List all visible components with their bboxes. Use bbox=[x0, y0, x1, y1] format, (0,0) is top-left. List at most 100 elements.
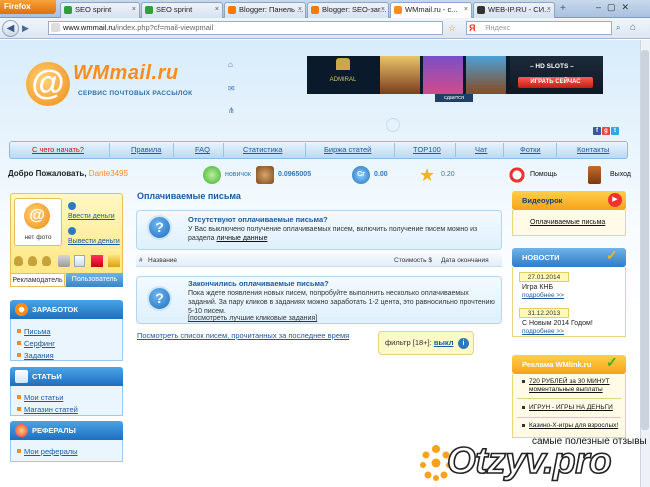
url-bar[interactable]: www.wmmail.ru/index.php?cf=mail-viewpmai… bbox=[48, 21, 443, 35]
user-balance[interactable]: 0.0965005 bbox=[256, 164, 311, 186]
read-letters-link[interactable]: Посмотреть список писем, прочитанных за … bbox=[137, 331, 349, 340]
exit-link[interactable]: Выход bbox=[588, 164, 631, 186]
close-icon[interactable]: × bbox=[464, 3, 468, 17]
info-icon[interactable]: i bbox=[458, 338, 469, 349]
slot-image bbox=[423, 56, 463, 94]
sidebar-item-tasks[interactable]: Задания bbox=[17, 351, 54, 360]
banner-rent-label[interactable]: сдается bbox=[435, 94, 473, 102]
google-plus-icon[interactable]: g bbox=[602, 127, 610, 135]
user-level[interactable]: новичок bbox=[203, 164, 251, 186]
news-more-link[interactable]: подробнее >> bbox=[522, 292, 564, 299]
search-input[interactable]: Яндекс bbox=[466, 21, 612, 35]
news-title-item: Игра КНБ bbox=[522, 284, 554, 291]
withdraw-link[interactable]: Вывести деньги bbox=[68, 238, 122, 245]
filter-toggle[interactable]: выкл bbox=[434, 338, 454, 347]
bookmark-star-icon[interactable]: ☆ bbox=[448, 23, 456, 34]
lifebuoy-icon bbox=[508, 166, 526, 184]
home-icon[interactable]: ⌂ bbox=[630, 22, 644, 34]
close-icon[interactable]: × bbox=[298, 3, 302, 17]
tab-label: WEB-IP.RU - СИ... bbox=[488, 5, 551, 14]
ad-link[interactable]: Казино-Х-игры для взрослых! bbox=[522, 422, 622, 430]
scrollbar-thumb[interactable] bbox=[641, 50, 649, 430]
tool-icon[interactable] bbox=[58, 255, 70, 267]
menu-item-chat[interactable]: Чат bbox=[475, 141, 487, 159]
close-icon[interactable]: × bbox=[215, 3, 219, 17]
menu-separator bbox=[173, 143, 174, 157]
news-title: НОВОСТИ bbox=[522, 253, 560, 262]
sidebar-item-my-articles[interactable]: Мои статьи bbox=[17, 393, 63, 402]
col-number: # bbox=[139, 257, 143, 264]
money-bag-icon[interactable] bbox=[28, 256, 37, 266]
menu-item-articles-exchange[interactable]: Биржа статей bbox=[324, 141, 371, 159]
site-identity-icon[interactable] bbox=[51, 23, 60, 32]
sidebar-item-article-shop[interactable]: Магазин статей bbox=[17, 405, 78, 414]
money-bag-icon[interactable] bbox=[14, 256, 23, 266]
user-rating[interactable]: ★ 0.20 bbox=[419, 164, 455, 186]
back-button[interactable]: ◀ bbox=[2, 20, 19, 37]
document-icon[interactable] bbox=[74, 255, 85, 267]
close-icon[interactable]: × bbox=[547, 3, 551, 17]
menu-item-top100[interactable]: TOP100 bbox=[413, 141, 441, 159]
news-more-link[interactable]: подробнее >> bbox=[522, 328, 564, 335]
twitter-icon[interactable]: t bbox=[611, 127, 619, 135]
earnings-section-header[interactable]: ЗАРАБОТОК bbox=[10, 300, 123, 319]
tab-label: WMmail.ru - с... bbox=[405, 5, 458, 14]
forward-button[interactable]: ▶ bbox=[22, 23, 29, 34]
gift-icon[interactable] bbox=[91, 255, 103, 267]
menu-item-contacts[interactable]: Контакты bbox=[577, 141, 609, 159]
sidebar-item-letters[interactable]: Письма bbox=[17, 327, 51, 336]
money-bag-icon[interactable] bbox=[42, 256, 51, 266]
home-icon[interactable]: ⌂ bbox=[228, 60, 233, 69]
tab-advertiser[interactable]: Рекламодатель bbox=[10, 273, 65, 287]
window-controls[interactable]: –▢✕ bbox=[596, 2, 635, 13]
referrals-section-header[interactable]: РЕФЕРАЛЫ bbox=[10, 421, 123, 440]
username-link[interactable]: Dante3495 bbox=[89, 169, 128, 178]
menu-item-rules[interactable]: Правила bbox=[131, 141, 161, 159]
browser-tab[interactable]: SEO sprint × bbox=[141, 2, 223, 18]
withdraw-icon bbox=[68, 227, 76, 235]
ad-link[interactable]: ИГРУН - ИГРЫ НА ДЕНЬГИ bbox=[522, 404, 622, 412]
menu-item-start[interactable]: С чего начать? bbox=[32, 141, 84, 159]
notice-ended-text: Пока ждете появления новых писем, попроб… bbox=[188, 290, 495, 315]
articles-section-header[interactable]: СТАТЬИ bbox=[10, 367, 123, 386]
user-credits[interactable]: Cr 0.00 bbox=[352, 164, 388, 186]
video-lesson-link[interactable]: Оплачиваемые письма bbox=[530, 219, 605, 226]
play-icon[interactable]: ▶ bbox=[608, 193, 622, 207]
browser-tab[interactable]: WEB-IP.RU - СИ... × bbox=[473, 2, 555, 18]
help-link[interactable]: Помощь bbox=[508, 164, 557, 186]
site-logo[interactable]: WMmail.ru bbox=[73, 62, 179, 85]
sitemap-icon[interactable]: ⋔ bbox=[228, 106, 235, 115]
personal-data-link[interactable]: личные данные bbox=[216, 235, 267, 242]
sidebar-item-surfing[interactable]: Серфинг bbox=[17, 339, 55, 348]
logo-at-icon[interactable]: @ bbox=[26, 62, 70, 106]
firefox-menu-button[interactable]: Firefox bbox=[0, 0, 56, 14]
menu-item-statistics[interactable]: Статистика bbox=[243, 141, 282, 159]
best-tasks-link[interactable]: [посмотреть лучшие кликовые задания] bbox=[188, 314, 317, 323]
level-value: новичок bbox=[225, 171, 251, 178]
ad-link[interactable]: 720 РУБЛЕЙ за 30 МИНУТ моментальные выпл… bbox=[522, 378, 622, 394]
browser-tab[interactable]: SEO sprint × bbox=[60, 2, 140, 18]
new-tab-button[interactable]: + bbox=[560, 3, 566, 14]
close-icon[interactable]: × bbox=[132, 3, 136, 17]
sidebar-item-my-referrals[interactable]: Мои рефералы bbox=[17, 447, 78, 456]
col-cost[interactable]: Стоимость $ bbox=[394, 254, 432, 267]
coins-icon[interactable] bbox=[108, 255, 120, 267]
menu-item-faq[interactable]: FAQ bbox=[195, 141, 210, 159]
deposit-link[interactable]: Ввести деньги bbox=[68, 213, 120, 220]
question-icon: ? bbox=[147, 286, 172, 311]
close-icon[interactable]: × bbox=[381, 3, 385, 17]
browser-tab[interactable]: Blogger: SEO-зar... × bbox=[307, 2, 389, 18]
browser-tab-active[interactable]: WMmail.ru - с... × bbox=[390, 2, 472, 18]
notice-ended-title: Закончились оплачиваемые письма? bbox=[188, 279, 329, 288]
facebook-icon[interactable]: f bbox=[593, 127, 601, 135]
articles-icon bbox=[15, 370, 28, 383]
col-end-date[interactable]: Дата окончания bbox=[441, 254, 489, 267]
menu-item-photos[interactable]: Фотки bbox=[520, 141, 541, 159]
banner-play-button[interactable]: ИГРАТЬ СЕЙЧАС bbox=[518, 77, 593, 88]
browser-tab[interactable]: Blogger: Панель ... × bbox=[224, 2, 306, 18]
tab-user[interactable]: Пользователь bbox=[66, 273, 123, 287]
mail-icon[interactable]: ✉ bbox=[228, 84, 235, 93]
rating-value: 0.20 bbox=[441, 171, 455, 178]
search-icon[interactable]: ⌕ bbox=[616, 23, 620, 33]
col-name[interactable]: Название bbox=[148, 254, 177, 267]
